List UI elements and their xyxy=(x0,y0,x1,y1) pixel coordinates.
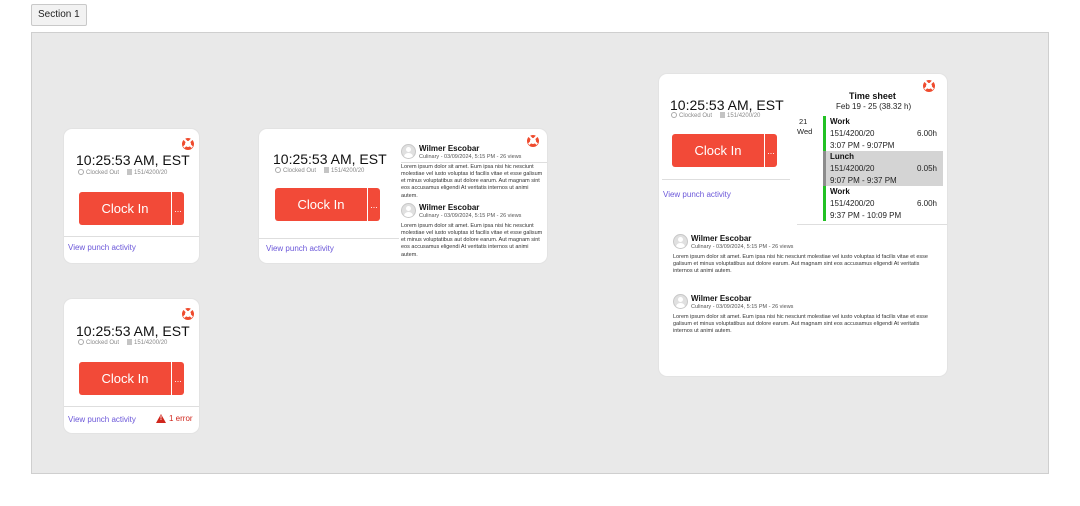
entry-title: Work xyxy=(830,117,850,126)
entry-time-range: 9:07 PM - 9:37 PM xyxy=(830,176,897,185)
timesheet-entry[interactable]: Lunch 151/4200/20 0.05h 9:07 PM - 9:37 P… xyxy=(823,151,943,186)
punch-widget-medium: 10:25:53 AM, EST Clocked Out 151/4200/20… xyxy=(259,129,547,263)
entry-color-bar xyxy=(823,151,826,186)
timesheet-entry[interactable]: Work 151/4200/20 6.00h 3:07 PM - 9:07PM xyxy=(823,116,943,151)
status-row: Clocked Out 151/4200/20 xyxy=(671,112,760,119)
punch-widget-error: 10:25:53 AM, EST Clocked Out 151/4200/20… xyxy=(64,299,199,433)
divider xyxy=(259,238,399,239)
job-code: 151/4200/20 xyxy=(127,339,167,346)
post-author: Wilmer Escobar xyxy=(691,234,752,243)
post-body: Lorem ipsum dolor sit amet. Eum ipsa nis… xyxy=(673,254,928,275)
more-options-button[interactable]: ... xyxy=(171,362,184,395)
error-indicator[interactable]: 1 error xyxy=(156,414,193,423)
timesheet-entries: Work 151/4200/20 6.00h 3:07 PM - 9:07PM … xyxy=(823,116,943,221)
news-post[interactable]: Wilmer Escobar Culinary - 03/09/2024, 5:… xyxy=(401,203,547,259)
more-options-button[interactable]: ... xyxy=(367,188,380,221)
divider xyxy=(797,224,947,225)
entry-code: 151/4200/20 xyxy=(830,199,875,208)
current-time: 10:25:53 AM, EST xyxy=(273,151,387,167)
error-text: 1 error xyxy=(169,414,193,423)
entry-hours: 6.00h xyxy=(916,199,937,208)
entry-time-range: 3:07 PM - 9:07PM xyxy=(830,141,895,150)
punch-widget-small: 10:25:53 AM, EST Clocked Out 151/4200/20… xyxy=(64,129,199,263)
view-punch-activity-link[interactable]: View punch activity xyxy=(266,244,334,253)
post-body: Lorem ipsum dolor sit amet. Eum ipsa nis… xyxy=(673,314,928,335)
news-post[interactable]: Wilmer Escobar Culinary - 03/09/2024, 5:… xyxy=(401,144,547,199)
current-time: 10:25:53 AM, EST xyxy=(670,97,784,113)
status-row: Clocked Out 151/4200/20 xyxy=(275,167,364,174)
day-number: 21 xyxy=(799,117,808,126)
clock-in-button[interactable]: Clock In xyxy=(275,188,367,221)
clock-status-icon xyxy=(78,339,84,345)
design-canvas: 10:25:53 AM, EST Clocked Out 151/4200/20… xyxy=(31,32,1049,474)
job-code: 151/4200/20 xyxy=(324,167,364,174)
post-meta: Culinary - 03/09/2024, 5:15 PM - 26 view… xyxy=(691,244,794,250)
divider xyxy=(64,406,199,407)
post-author: Wilmer Escobar xyxy=(419,144,480,153)
section-tab[interactable]: Section 1 xyxy=(31,4,87,26)
post-meta: Culinary - 03/09/2024, 5:15 PM - 26 view… xyxy=(419,213,522,219)
clock-status-icon xyxy=(78,169,84,175)
news-post[interactable]: Wilmer Escobar Culinary - 03/09/2024, 5:… xyxy=(673,234,938,279)
current-time: 10:25:53 AM, EST xyxy=(76,152,190,168)
avatar xyxy=(401,144,416,159)
view-punch-activity-link[interactable]: View punch activity xyxy=(663,190,731,199)
view-punch-activity-link[interactable]: View punch activity xyxy=(68,243,136,252)
clocked-out-status: Clocked Out xyxy=(275,167,316,174)
clock-status-icon xyxy=(671,112,677,118)
divider xyxy=(401,162,547,163)
entry-time-range: 9:37 PM - 10:09 PM xyxy=(830,211,902,220)
brand-logo-icon xyxy=(182,308,194,320)
news-post[interactable]: Wilmer Escobar Culinary - 03/09/2024, 5:… xyxy=(673,294,938,339)
timesheet-panel: Time sheet Feb 19 - 25 (38.32 h) 21 Wed … xyxy=(797,74,947,226)
brand-logo-icon xyxy=(182,138,194,150)
entry-code: 151/4200/20 xyxy=(830,129,875,138)
post-body: Lorem ipsum dolor sit amet. Eum ipsa nis… xyxy=(401,223,543,258)
clock-status-icon xyxy=(275,167,281,173)
clocked-out-status: Clocked Out xyxy=(78,169,119,176)
timesheet-range: Feb 19 - 25 (38.32 h) xyxy=(836,102,912,111)
divider xyxy=(662,179,790,180)
status-row: Clocked Out 151/4200/20 xyxy=(78,169,167,176)
avatar xyxy=(673,234,688,249)
entry-hours: 6.00h xyxy=(916,129,937,138)
divider xyxy=(64,236,199,237)
post-meta: Culinary - 03/09/2024, 5:15 PM - 26 view… xyxy=(691,304,794,310)
clock-in-button[interactable]: Clock In xyxy=(672,134,764,167)
post-author: Wilmer Escobar xyxy=(419,203,480,212)
document-icon xyxy=(324,167,330,173)
current-time: 10:25:53 AM, EST xyxy=(76,323,190,339)
job-code: 151/4200/20 xyxy=(720,112,760,119)
entry-title: Lunch xyxy=(830,152,854,161)
document-icon xyxy=(127,169,133,175)
entry-color-bar xyxy=(823,116,826,151)
more-options-button[interactable]: ... xyxy=(764,134,777,167)
timesheet-day: 21 Wed xyxy=(797,117,812,137)
more-options-button[interactable]: ... xyxy=(171,192,184,225)
status-row: Clocked Out 151/4200/20 xyxy=(78,339,167,346)
clocked-out-status: Clocked Out xyxy=(78,339,119,346)
avatar xyxy=(673,294,688,309)
punch-widget-large: 10:25:53 AM, EST Clocked Out 151/4200/20… xyxy=(659,74,947,376)
clock-in-button[interactable]: Clock In xyxy=(79,362,171,395)
warning-icon xyxy=(156,414,166,423)
document-icon xyxy=(720,112,726,118)
view-punch-activity-link[interactable]: View punch activity xyxy=(68,415,136,424)
post-author: Wilmer Escobar xyxy=(691,294,752,303)
day-name: Wed xyxy=(797,126,813,136)
timesheet-entry[interactable]: Work 151/4200/20 6.00h 9:37 PM - 10:09 P… xyxy=(823,186,943,221)
post-meta: Culinary - 03/09/2024, 5:15 PM - 26 view… xyxy=(419,154,522,160)
timesheet-title: Time sheet xyxy=(849,91,896,101)
entry-color-bar xyxy=(823,186,826,221)
clocked-out-status: Clocked Out xyxy=(671,112,712,119)
entry-code: 151/4200/20 xyxy=(830,164,875,173)
job-code: 151/4200/20 xyxy=(127,169,167,176)
avatar xyxy=(401,203,416,218)
post-body: Lorem ipsum dolor sit amet. Eum ipsa nis… xyxy=(401,164,543,199)
entry-hours: 0.05h xyxy=(916,164,937,173)
entry-title: Work xyxy=(830,187,850,196)
clock-in-button[interactable]: Clock In xyxy=(79,192,171,225)
document-icon xyxy=(127,339,133,345)
